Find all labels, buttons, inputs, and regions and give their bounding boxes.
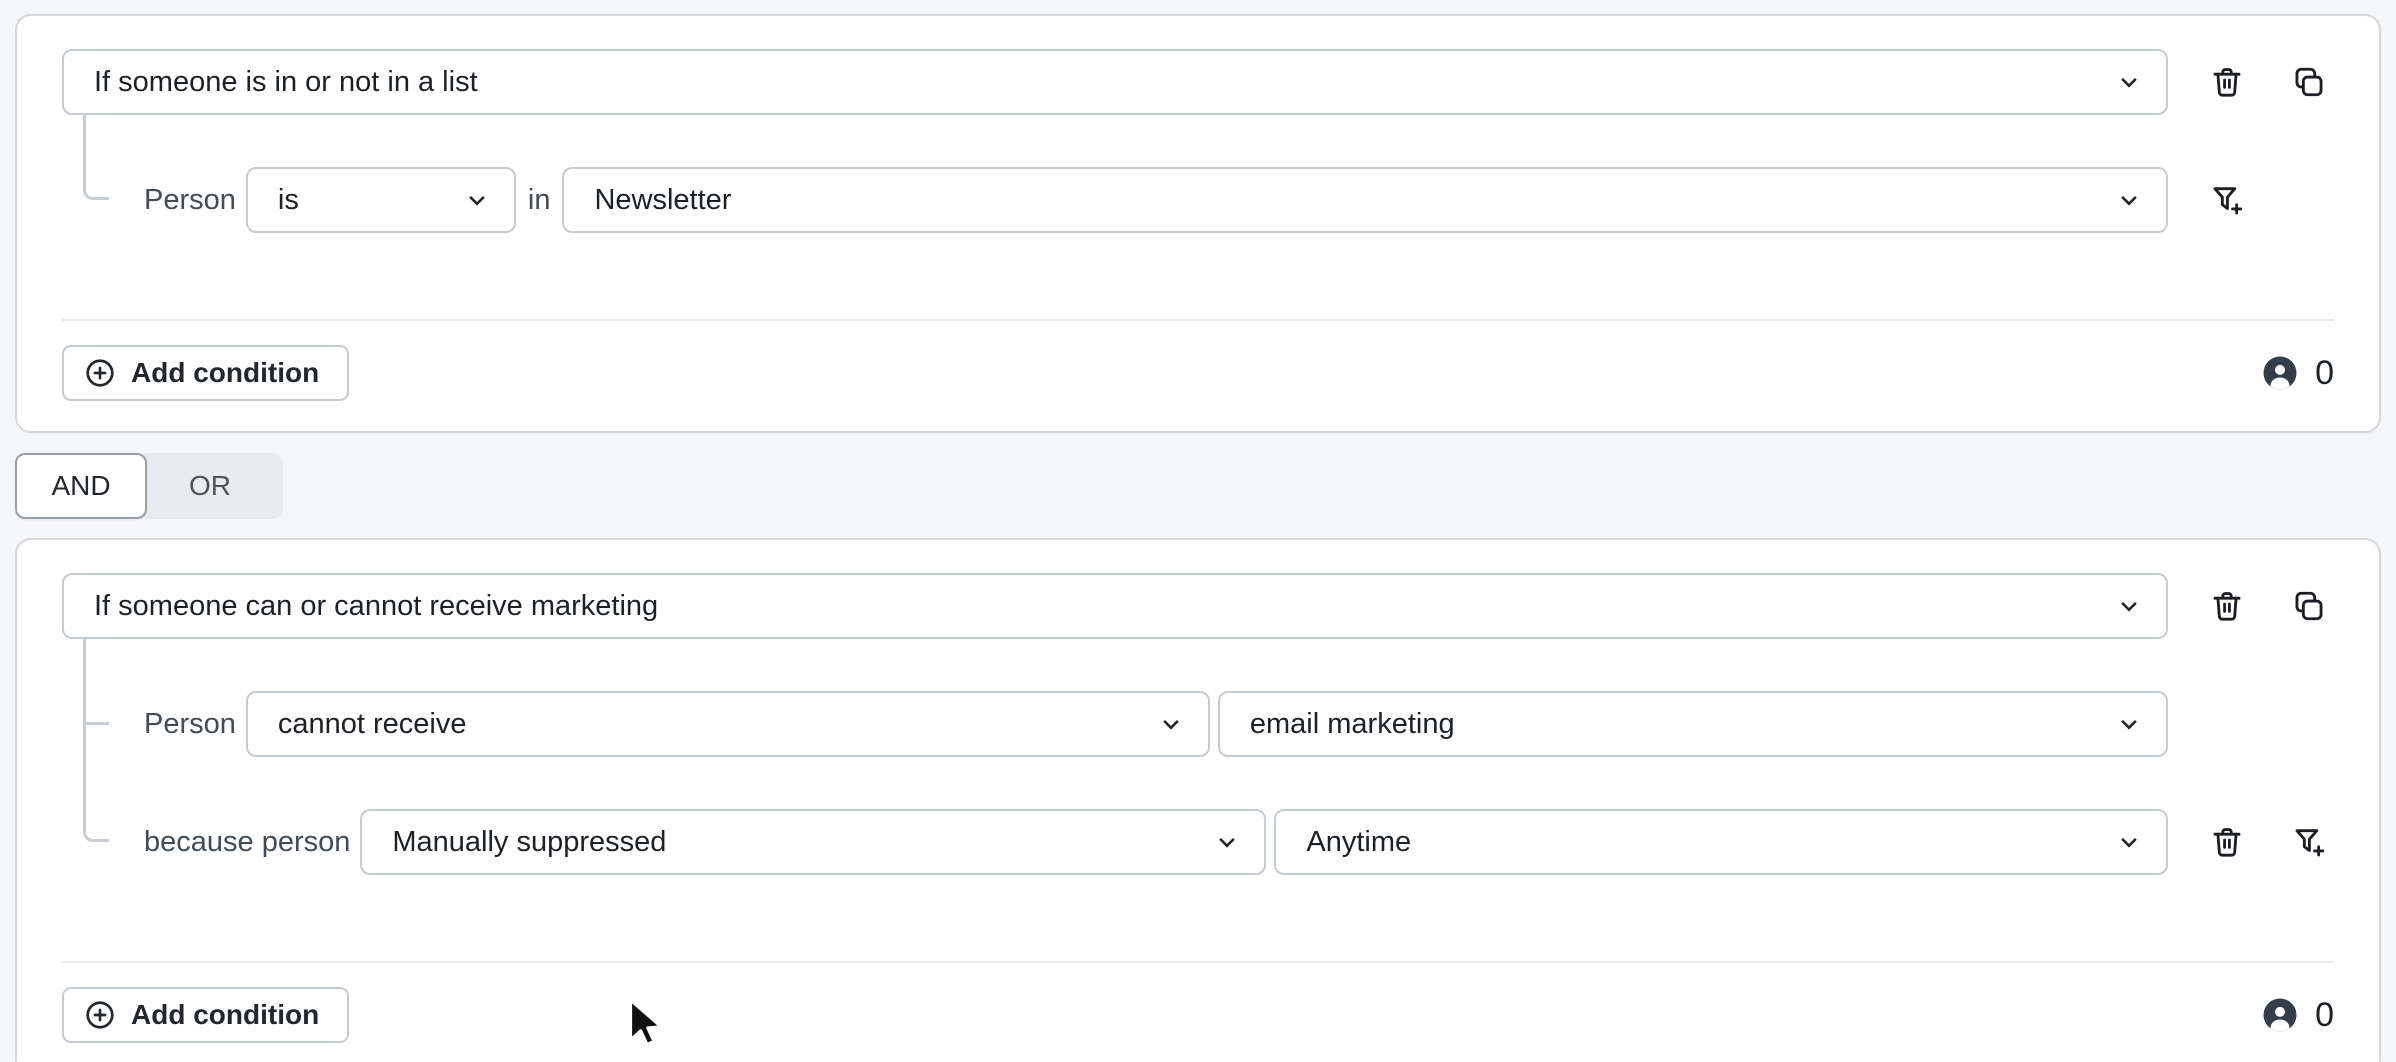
add-condition-label: Add condition	[131, 999, 319, 1031]
reason-select[interactable]: Manually suppressed	[360, 809, 1266, 875]
row-subject-label: because person	[144, 826, 350, 859]
person-count-icon	[2262, 355, 2298, 391]
logic-and-button[interactable]: AND	[15, 453, 147, 519]
audience-count-value: 0	[2315, 354, 2334, 393]
list-select[interactable]: Newsletter	[562, 167, 2168, 233]
segment-builder: If someone is in or not in a list Person…	[0, 0, 2396, 1062]
add-filter-button[interactable]	[2292, 825, 2326, 859]
icon-spacer	[2292, 183, 2326, 217]
chevron-down-icon	[2114, 591, 2144, 621]
timeframe-select[interactable]: Anytime	[1274, 809, 2168, 875]
group-actions	[2168, 65, 2334, 99]
group-actions	[2168, 589, 2334, 623]
audience-count-value: 0	[2315, 996, 2334, 1035]
channel-select[interactable]: email marketing	[1218, 691, 2168, 757]
tree-connector	[83, 115, 109, 200]
row-subject-label: Person	[144, 708, 236, 741]
add-filter-button[interactable]	[2210, 183, 2244, 217]
duplicate-group-button[interactable]	[2292, 589, 2326, 623]
operator-select[interactable]: cannot receive	[246, 691, 1210, 757]
row-actions	[2168, 183, 2334, 217]
row-actions	[2168, 707, 2334, 741]
copy-icon	[2292, 589, 2326, 623]
logic-or-button[interactable]: OR	[137, 453, 283, 519]
condition-type-select[interactable]: If someone can or cannot receive marketi…	[62, 573, 2168, 639]
chevron-down-icon	[2114, 827, 2144, 857]
plus-circle-icon	[84, 999, 116, 1031]
condition-type-select[interactable]: If someone is in or not in a list	[62, 49, 2168, 115]
condition-rows: Person cannot receive email marketing be…	[62, 691, 2334, 875]
delete-group-button[interactable]	[2210, 65, 2244, 99]
duplicate-group-button[interactable]	[2292, 65, 2326, 99]
audience-count: 0	[2262, 354, 2334, 393]
row-connector-label: in	[528, 184, 551, 217]
condition-group-2: If someone can or cannot receive marketi…	[15, 538, 2381, 1062]
row-actions	[2168, 825, 2334, 859]
chevron-down-icon	[2114, 709, 2144, 739]
copy-icon	[2292, 65, 2326, 99]
filter-add-icon	[2292, 825, 2326, 859]
panel-divider	[62, 319, 2334, 321]
row-subject-label: Person	[144, 184, 236, 217]
condition-type-row: If someone can or cannot receive marketi…	[62, 573, 2334, 639]
condition-type-row: If someone is in or not in a list	[62, 49, 2334, 115]
channel-value: email marketing	[1250, 708, 1455, 741]
timeframe-value: Anytime	[1306, 826, 1411, 859]
operator-value: cannot receive	[278, 708, 467, 741]
condition-type-value: If someone is in or not in a list	[94, 66, 478, 99]
condition-rows: Person is in Newsletter	[62, 167, 2334, 233]
condition-row: because person Manually suppressed Anyti…	[62, 809, 2334, 875]
add-condition-button[interactable]: Add condition	[62, 345, 349, 401]
condition-type-value: If someone can or cannot receive marketi…	[94, 590, 658, 623]
operator-value: is	[278, 184, 299, 217]
add-condition-label: Add condition	[131, 357, 319, 389]
chevron-down-icon	[1212, 827, 1242, 857]
delete-row-button[interactable]	[2210, 825, 2244, 859]
delete-group-button[interactable]	[2210, 589, 2244, 623]
trash-icon	[2210, 589, 2244, 623]
list-value: Newsletter	[594, 184, 731, 217]
filter-add-icon	[2210, 183, 2244, 217]
chevron-down-icon	[1156, 709, 1186, 739]
chevron-down-icon	[2114, 185, 2144, 215]
trash-icon	[2210, 825, 2244, 859]
chevron-down-icon	[462, 185, 492, 215]
person-count-icon	[2262, 997, 2298, 1033]
icon-spacer	[2210, 707, 2244, 741]
add-condition-button[interactable]: Add condition	[62, 987, 349, 1043]
condition-row: Person is in Newsletter	[62, 167, 2334, 233]
panel-divider	[62, 961, 2334, 963]
condition-group-1: If someone is in or not in a list Person…	[15, 14, 2381, 433]
operator-select[interactable]: is	[246, 167, 516, 233]
logic-toggle: AND OR	[15, 453, 2381, 519]
group-footer: Add condition 0	[62, 345, 2334, 401]
group-footer: Add condition 0	[62, 987, 2334, 1043]
chevron-down-icon	[2114, 67, 2144, 97]
tree-connector-stub	[83, 722, 109, 725]
audience-count: 0	[2262, 996, 2334, 1035]
condition-row: Person cannot receive email marketing	[62, 691, 2334, 757]
tree-connector	[83, 639, 109, 842]
trash-icon	[2210, 65, 2244, 99]
plus-circle-icon	[84, 357, 116, 389]
reason-value: Manually suppressed	[392, 826, 666, 859]
icon-spacer	[2292, 707, 2326, 741]
